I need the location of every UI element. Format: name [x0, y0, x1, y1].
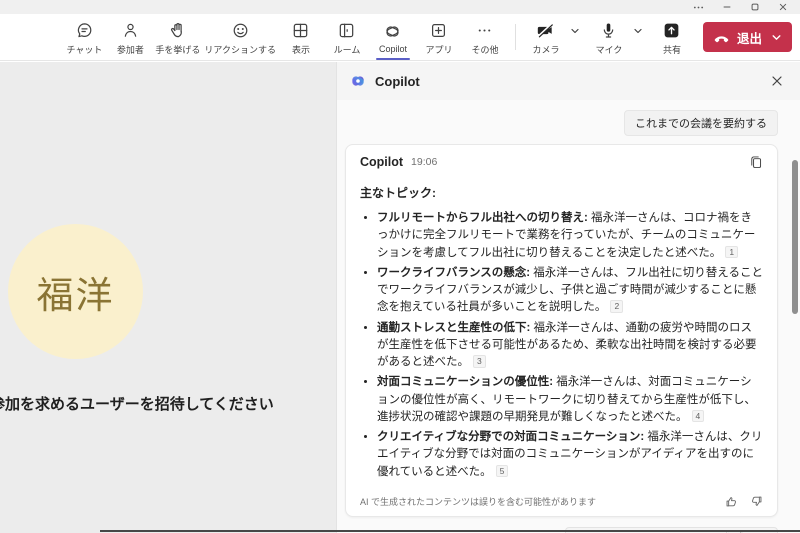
copilot-icon [386, 26, 400, 37]
toolbar-view-label: 表示 [291, 44, 310, 55]
copilot-panel: Copilot これまでの会議を要約する Copilot 19:06 主なトピッ… [336, 62, 800, 533]
topic-title: 対面コミュニケーションの優位性: [377, 376, 554, 389]
invite-users-text: 参加を求めるユーザーを招待してください [0, 396, 274, 413]
mic-icon [604, 22, 614, 38]
more-ellipsis-icon [479, 28, 491, 32]
ai-disclaimer-text: AI で生成されたコンテンツは誤りを含む可能性があります [360, 496, 597, 507]
toolbar-mic-label: マイク [595, 44, 623, 55]
panel-scrollbar-thumb[interactable] [792, 160, 798, 314]
topic-title: クリエイティブな分野での対面コミュニケーション: [377, 431, 645, 443]
hang-up-icon [714, 35, 729, 42]
camera-chevron-icon[interactable] [570, 26, 580, 36]
citation-badge[interactable]: 3 [473, 355, 486, 368]
toolbar-share-button[interactable]: 共有 [649, 19, 695, 56]
topic-item: 通勤ストレスと生産性の低下: 福永洋一さんは、通勤の疲労や時間のロスが生産性を低… [377, 320, 763, 372]
share-screen-icon [665, 23, 679, 37]
meeting-toolbar: チャット 参加者 手を挙げる リアクションする 表示 ルーム Copilot ア… [0, 14, 800, 61]
leave-chevron-icon[interactable] [771, 32, 782, 43]
message-timestamp: 19:06 [411, 156, 438, 168]
reaction-smiley-icon [233, 23, 248, 37]
participants-icon [124, 23, 137, 37]
raise-hand-icon [171, 22, 183, 37]
toolbar-share-label: 共有 [662, 44, 681, 55]
summarize-meeting-chip[interactable]: これまでの会議を要約する [624, 110, 778, 136]
topics-list: フルリモートからフル出社への切り替え: 福永洋一さんは、コロナ禍をきっかけに完全… [360, 210, 763, 481]
message-footer: AI で生成されたコンテンツは誤りを含む可能性があります [360, 495, 763, 508]
topic-title: ワークライフバランスの懸念: [377, 266, 531, 279]
message-sender: Copilot [360, 155, 404, 169]
bottom-window-edge [100, 530, 800, 532]
toolbar-rooms-button[interactable]: ルーム [324, 19, 370, 56]
toolbar-raise-hand-label: 手を挙げる [155, 44, 201, 55]
mic-control-group: マイク [586, 19, 649, 56]
toolbar-apps-label: アプリ [425, 44, 453, 55]
copilot-panel-header: Copilot [337, 62, 800, 100]
copilot-panel-body: これまでの会議を要約する Copilot 19:06 主なトピック: フルリモー… [337, 100, 800, 533]
toolbar-apps-button[interactable]: アプリ [416, 19, 462, 56]
topic-item: ワークライフバランスの懸念: 福永洋一さんは、フル出社に切り替えることでワークラ… [377, 265, 763, 317]
toolbar-chat-button[interactable]: チャット [61, 19, 107, 56]
toolbar-raise-hand-button[interactable]: 手を挙げる [153, 19, 202, 56]
toolbar-view-button[interactable]: 表示 [278, 19, 324, 56]
apps-plus-icon [432, 23, 446, 37]
toolbar-separator [514, 24, 516, 50]
chat-icon [77, 22, 92, 37]
leave-button[interactable]: 退出 [702, 22, 792, 52]
mic-chevron-icon[interactable] [633, 26, 643, 36]
topic-item: クリエイティブな分野での対面コミュニケーション: 福永洋一さんは、クリエイティブ… [377, 429, 763, 481]
rooms-icon [340, 23, 354, 37]
toolbar-rooms-label: ルーム [333, 44, 361, 55]
topic-title: 通勤ストレスと生産性の低下: [377, 321, 531, 334]
window-minimize-icon[interactable] [722, 2, 732, 12]
copilot-panel-title: Copilot [375, 73, 420, 89]
citation-badge[interactable]: 1 [725, 245, 739, 259]
toolbar-react-button[interactable]: リアクションする [202, 19, 278, 56]
copilot-message-card: Copilot 19:06 主なトピック: フルリモートからフル出社への切り替え… [345, 144, 778, 517]
topics-heading: 主なトピック: [360, 186, 436, 200]
window-titlebar [0, 0, 800, 14]
copilot-panel-close-button[interactable] [770, 74, 784, 88]
citation-badge[interactable]: 2 [610, 300, 624, 313]
toolbar-copilot-label: Copilot [378, 44, 407, 54]
view-grid-icon [294, 23, 308, 37]
toolbar-participants-label: 参加者 [116, 44, 144, 55]
thumbs-down-button[interactable] [750, 495, 763, 508]
copy-message-button[interactable] [749, 155, 763, 169]
citation-badge[interactable]: 4 [691, 409, 705, 423]
camera-off-icon [538, 22, 554, 37]
toolbar-camera-button[interactable]: カメラ [523, 19, 569, 56]
camera-control-group: カメラ [523, 19, 586, 56]
toolbar-camera-label: カメラ [532, 44, 560, 55]
window-maximize-icon[interactable] [750, 2, 760, 12]
toolbar-more-button[interactable]: その他 [462, 19, 508, 56]
meeting-stage: 福洋 参加を求めるユーザーを招待してください [0, 62, 336, 533]
toolbar-mic-button[interactable]: マイク [586, 19, 632, 56]
topic-title: フルリモートからフル出社への切り替え: [377, 212, 588, 224]
topic-item: 対面コミュニケーションの優位性: 福永洋一さんは、対面コミュニケーションの優位性… [377, 374, 763, 426]
topic-item: フルリモートからフル出社への切り替え: 福永洋一さんは、コロナ禍をきっかけに完全… [377, 210, 763, 262]
message-header: Copilot 19:06 [360, 155, 763, 169]
toolbar-chat-label: チャット [66, 44, 103, 55]
copilot-logo-icon [352, 76, 364, 86]
window-more-icon[interactable] [693, 2, 704, 13]
window-close-icon[interactable] [778, 2, 788, 12]
toolbar-participants-button[interactable]: 参加者 [107, 19, 153, 56]
participant-avatar: 福洋 [8, 224, 143, 359]
toolbar-react-label: リアクションする [204, 44, 276, 55]
toolbar-copilot-button[interactable]: Copilot [370, 20, 416, 60]
citation-badge[interactable]: 5 [495, 464, 509, 478]
toolbar-more-label: その他 [471, 44, 499, 55]
copilot-active-underline [375, 57, 410, 60]
thumbs-up-button[interactable] [725, 495, 738, 508]
leave-button-label: 退出 [736, 31, 762, 46]
